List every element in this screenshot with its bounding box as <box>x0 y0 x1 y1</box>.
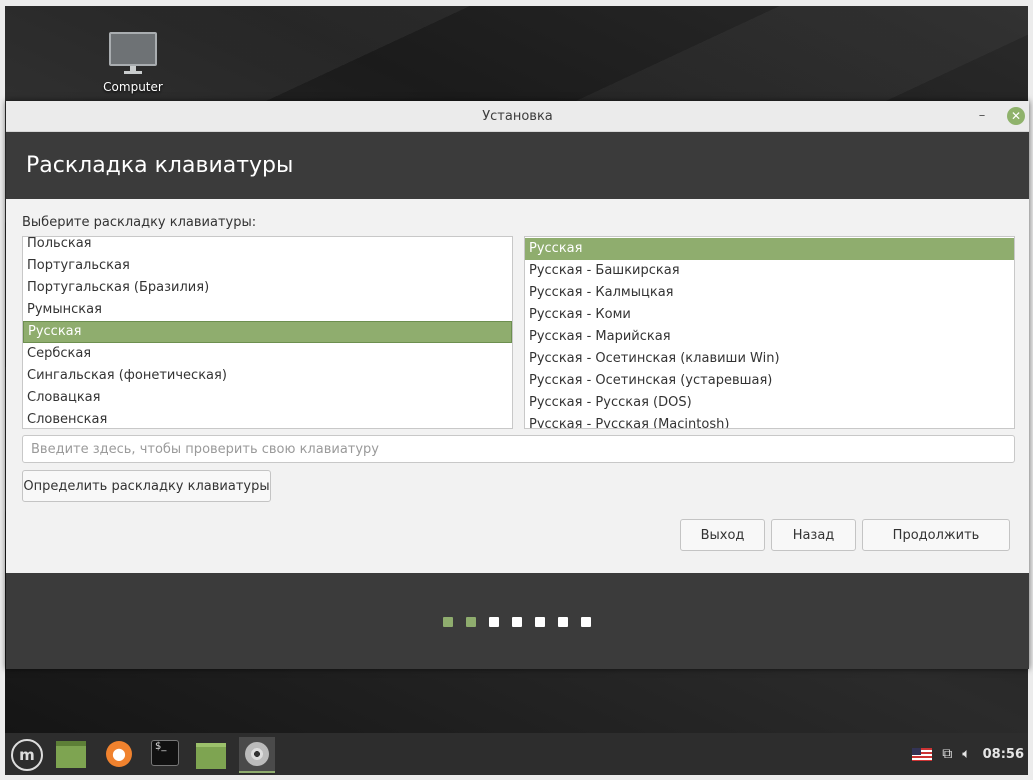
progress-dot <box>489 617 499 627</box>
detect-layout-button[interactable]: Определить раскладку клавиатуры <box>22 470 271 502</box>
network-icon[interactable]: ⧉ <box>942 746 952 762</box>
list-item[interactable]: Русская - Русская (Macintosh) <box>525 414 1014 428</box>
list-item[interactable]: Русская - Русская (DOS) <box>525 392 1014 414</box>
taskbar-installer[interactable] <box>239 737 275 773</box>
window-title: Установка <box>482 109 553 124</box>
list-item[interactable]: Сингальская (фонетическая) <box>23 365 512 387</box>
continue-button[interactable]: Продолжить <box>862 519 1010 551</box>
disc-installer-icon <box>245 742 269 766</box>
layout-prompt: Выберите раскладку клавиатуры: <box>22 215 257 230</box>
list-item-selected[interactable]: Русская <box>23 321 512 343</box>
list-item[interactable]: Русская - Коми <box>525 304 1014 326</box>
list-item[interactable]: Русская - Марийская <box>525 326 1014 348</box>
list-item[interactable]: Словацкая <box>23 387 512 409</box>
taskbar: m ● $_ ⧉ 🔈︎ 08:56 <box>5 733 1028 775</box>
window-titlebar[interactable]: Установка – ✕ <box>6 101 1029 132</box>
taskbar-firefox[interactable]: ● <box>101 737 137 771</box>
taskbar-show-desktop[interactable] <box>53 737 89 771</box>
list-item[interactable]: Румынская <box>23 299 512 321</box>
terminal-icon: $_ <box>151 740 179 766</box>
keyboard-variant-list[interactable]: Русская Русская - Башкирская Русская - Кал… <box>524 236 1015 429</box>
list-item[interactable]: Русская - Калмыцкая <box>525 282 1014 304</box>
progress-dot <box>581 617 591 627</box>
list-item-selected[interactable]: Русская <box>525 238 1014 260</box>
files-icon <box>196 743 226 769</box>
taskbar-terminal[interactable]: $_ <box>147 737 183 771</box>
taskbar-files[interactable] <box>193 737 229 771</box>
list-item[interactable]: Сербская <box>23 343 512 365</box>
progress-dot <box>535 617 545 627</box>
volume-icon[interactable]: 🔈︎ <box>962 746 970 762</box>
clock[interactable]: 08:56 <box>983 747 1024 762</box>
minimize-button[interactable]: – <box>973 107 991 125</box>
computer-desktop-icon[interactable]: Computer <box>93 32 173 94</box>
quit-button[interactable]: Выход <box>680 519 765 551</box>
monitor-icon <box>109 32 157 66</box>
progress-dot <box>512 617 522 627</box>
list-item[interactable]: Русская - Осетинская (клавиши Win) <box>525 348 1014 370</box>
progress-indicator <box>443 616 604 627</box>
progress-footer <box>6 573 1029 669</box>
mint-logo-icon: m <box>11 739 43 771</box>
us-flag-icon[interactable] <box>912 747 933 761</box>
installer-window: Установка – ✕ Раскладка клавиатуры Выбер… <box>6 101 1029 669</box>
show-desktop-icon <box>56 741 86 768</box>
list-item[interactable]: Русская - Осетинская (устаревшая) <box>525 370 1014 392</box>
list-item[interactable]: Португальская <box>23 255 512 277</box>
progress-dot <box>558 617 568 627</box>
keyboard-test-input[interactable] <box>22 435 1015 463</box>
menu-button[interactable]: m <box>9 737 45 771</box>
computer-icon-label: Computer <box>103 80 163 94</box>
keyboard-layout-list[interactable]: Польская Португальская Португальская (Браз… <box>22 236 513 429</box>
progress-dot <box>443 617 453 627</box>
firefox-icon: ● <box>106 741 132 767</box>
back-button[interactable]: Назад <box>771 519 856 551</box>
page-title: Раскладка клавиатуры <box>26 153 294 178</box>
list-item[interactable]: Словенская <box>23 409 512 428</box>
list-item[interactable]: Русская - Башкирская <box>525 260 1014 282</box>
progress-dot <box>466 617 476 627</box>
list-item[interactable]: Польская <box>23 237 512 255</box>
list-item[interactable]: Португальская (Бразилия) <box>23 277 512 299</box>
system-tray: ⧉ 🔈︎ 08:56 <box>912 733 1024 775</box>
close-button[interactable]: ✕ <box>1007 107 1025 125</box>
